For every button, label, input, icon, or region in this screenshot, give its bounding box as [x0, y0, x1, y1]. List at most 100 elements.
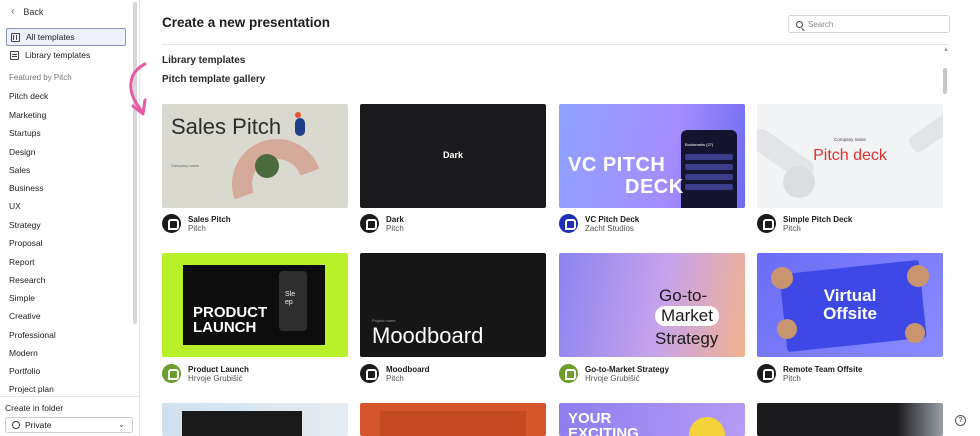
sidebar-item-design[interactable]: Design: [9, 147, 35, 157]
create-folder-label: Create in folder: [5, 403, 64, 413]
author-avatar: [162, 364, 181, 383]
page-title: Create a new presentation: [162, 15, 331, 30]
sidebar-item-ux[interactable]: UX: [9, 201, 21, 211]
template-meta-remote-offsite: Remote Team Offsite Pitch: [757, 362, 943, 384]
pink-arrow-icon: [129, 62, 147, 116]
main-panel: Create a new presentation Search Library…: [141, 0, 980, 436]
template-author: Hrvoje Grubišić: [585, 374, 640, 383]
sidebar-item-pitch-deck[interactable]: Pitch deck: [9, 91, 48, 101]
template-meta-product-launch: Product Launch Hrvoje Grubišić: [162, 362, 348, 384]
template-name: Moodboard: [386, 365, 430, 374]
thumb-title: Pitch deck: [813, 147, 887, 164]
thumb-sub: Sle ep: [285, 291, 296, 306]
template-meta-vc-pitch-deck: VC Pitch Deck Zacht Studios: [559, 212, 745, 234]
template-card-row3-2[interactable]: [360, 403, 546, 436]
template-meta-dark: Dark Pitch: [360, 212, 546, 234]
thumb-title: YOUR EXCITING: [568, 410, 639, 436]
template-name: Remote Team Offsite: [783, 365, 863, 374]
template-meta-moodboard: Moodboard Pitch: [360, 362, 546, 384]
sidebar-item-research[interactable]: Research: [9, 275, 45, 285]
sidebar-footer: Create in folder Private ⌄: [0, 396, 139, 436]
sidebar-item-report[interactable]: Report: [9, 257, 35, 267]
sidebar-item-portfolio[interactable]: Portfolio: [9, 366, 40, 376]
sidebar-item-professional[interactable]: Professional: [9, 330, 56, 340]
template-name: Sales Pitch: [188, 215, 231, 224]
sidebar-item-business[interactable]: Business: [9, 183, 44, 193]
thumb-sub: Company name: [834, 137, 866, 142]
sidebar-item-project-plan[interactable]: Project plan: [9, 384, 54, 394]
pitch-logo-icon: [757, 214, 776, 233]
template-author: Zacht Studios: [585, 224, 634, 233]
thumb-title-2: Market: [655, 306, 719, 326]
template-card-moodboard[interactable]: Project name Moodboard: [360, 253, 546, 357]
template-card-simple-pitch-deck[interactable]: Company name Pitch deck: [757, 104, 943, 208]
scroll-up-arrow-icon[interactable]: ▲: [943, 47, 949, 53]
sidebar-item-sales[interactable]: Sales: [9, 165, 30, 175]
template-name: Simple Pitch Deck: [783, 215, 853, 224]
author-avatar: [559, 364, 578, 383]
template-author: Pitch: [188, 224, 206, 233]
back-button[interactable]: ‹ Back: [11, 6, 43, 17]
template-card-go-to-market[interactable]: Go-to- Market Strategy: [559, 253, 745, 357]
thumb-title-2: LAUNCH: [193, 319, 257, 336]
chevron-left-icon: ‹: [11, 6, 15, 17]
template-card-row3-3[interactable]: YOUR EXCITING: [559, 403, 745, 436]
sidebar-item-label: All templates: [26, 32, 75, 42]
thumb-title: Dark: [442, 150, 463, 160]
sidebar-item-modern[interactable]: Modern: [9, 348, 38, 358]
search-input[interactable]: Search: [788, 15, 950, 33]
featured-heading: Featured by Pitch: [9, 73, 72, 82]
folder-select-value: Private: [25, 420, 52, 430]
template-name: Go-to-Market Strategy: [585, 365, 670, 374]
phone-mockup: Bookmarks (27): [681, 130, 737, 208]
sales-pitch-thumbnail: Sales Pitch Company name: [171, 112, 320, 200]
thumb-inner: Sle ep PRODUCT LAUNCH: [183, 265, 325, 345]
thumb-title: PRODUCT: [193, 304, 268, 321]
pitch-logo-icon: [360, 364, 379, 383]
template-card-vc-pitch-deck[interactable]: Bookmarks (27) VC PITCH DECK: [559, 104, 745, 208]
thumb-title: Go-to-: [659, 286, 708, 305]
template-author: Hrvoje Grubišić: [188, 374, 243, 383]
lock-icon: [12, 421, 20, 429]
pitch-logo-icon: [162, 214, 181, 233]
sidebar-item-proposal[interactable]: Proposal: [9, 238, 43, 248]
template-name: Dark: [386, 215, 404, 224]
template-author: Pitch: [386, 224, 404, 233]
zacht-logo-icon: [559, 214, 578, 233]
sidebar-item-all-templates[interactable]: All templates: [6, 28, 126, 46]
template-author: Pitch: [783, 224, 801, 233]
template-card-remote-offsite[interactable]: Virtual Offsite: [757, 253, 943, 357]
template-card-row3-4[interactable]: [757, 403, 943, 436]
thumb-sub: Company name: [171, 163, 200, 168]
sidebar-scrollbar[interactable]: [133, 2, 137, 324]
pitch-logo-icon: [360, 214, 379, 233]
template-card-dark[interactable]: Dark: [360, 104, 546, 208]
section-gallery-heading: Pitch template gallery: [162, 74, 266, 85]
search-icon: [796, 20, 803, 28]
back-label: Back: [23, 6, 44, 17]
template-name: VC Pitch Deck: [585, 215, 640, 224]
building-icon: [11, 32, 20, 42]
sidebar-item-simple[interactable]: Simple: [9, 293, 35, 303]
sidebar-item-creative[interactable]: Creative: [9, 311, 41, 321]
folder-select[interactable]: Private ⌄: [5, 417, 133, 433]
sidebar-item-marketing[interactable]: Marketing: [9, 110, 46, 120]
thumb-title-2: Offsite: [823, 304, 877, 323]
thumb-title: Moodboard: [372, 323, 484, 348]
pitch-logo-icon: [757, 364, 776, 383]
help-icon[interactable]: ?: [955, 415, 966, 426]
sidebar: ‹ Back All templates Library templates F…: [0, 0, 140, 436]
template-name: Product Launch: [188, 365, 249, 374]
search-placeholder: Search: [808, 19, 834, 29]
template-meta-simple-pitch-deck: Simple Pitch Deck Pitch: [757, 212, 943, 234]
main-scrollbar[interactable]: [943, 68, 947, 94]
thumb-title: Virtual: [823, 286, 877, 305]
chevron-down-icon: ⌄: [118, 420, 125, 429]
template-card-row3-1[interactable]: [162, 403, 348, 436]
template-card-product-launch[interactable]: Sle ep PRODUCT LAUNCH: [162, 253, 348, 357]
template-card-sales-pitch[interactable]: Sales Pitch Company name: [162, 104, 348, 208]
sidebar-item-strategy[interactable]: Strategy: [9, 220, 41, 230]
sidebar-item-startups[interactable]: Startups: [9, 128, 41, 138]
sidebar-item-library-templates[interactable]: Library templates: [6, 46, 126, 64]
thumb-title-2: DECK: [625, 176, 684, 198]
